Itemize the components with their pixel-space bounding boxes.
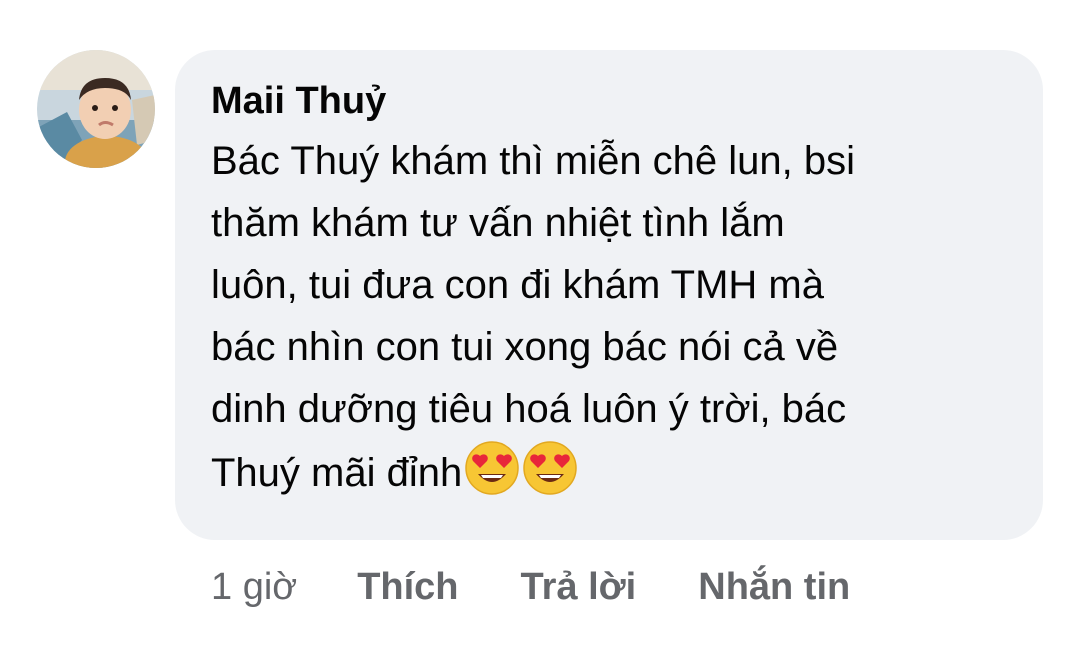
avatar[interactable]	[37, 50, 155, 168]
comment-timestamp[interactable]: 1 giờ	[211, 566, 297, 609]
comment-line: dinh dưỡng tiêu hoá luôn ý trời, bác	[211, 387, 847, 431]
comment-bubble: Maii Thuỷ Bác Thuý khám thì miễn chê lun…	[175, 50, 1043, 540]
comment-line: Bác Thuý khám thì miễn chê lun, bsi	[211, 139, 856, 183]
comment-line: bác nhìn con tui xong bác nói cả về	[211, 325, 839, 369]
comment-line: thăm khám tư vấn nhiệt tình lắm	[211, 201, 785, 245]
comment-actions: 1 giờ Thích Trả lời Nhắn tin	[211, 562, 912, 612]
heart-eyes-emoji-icon	[465, 441, 519, 495]
comment-author[interactable]: Maii Thuỷ	[211, 78, 1007, 124]
heart-eyes-emoji-icon	[523, 441, 577, 495]
message-button[interactable]: Nhắn tin	[698, 566, 850, 609]
comment-text: Bác Thuý khám thì miễn chê lun, bsi thăm…	[211, 130, 1007, 504]
comment-line: luôn, tui đưa con đi khám TMH mà	[211, 263, 824, 307]
reply-button[interactable]: Trả lời	[521, 566, 637, 609]
like-button[interactable]: Thích	[357, 566, 458, 609]
comment-line: Thuý mãi đỉnh	[211, 451, 463, 495]
